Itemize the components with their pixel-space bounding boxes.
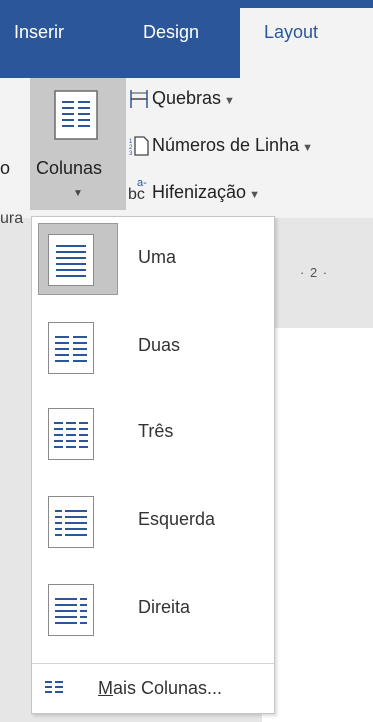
ribbon-partial-label: o xyxy=(0,158,11,178)
breaks-icon xyxy=(128,88,150,110)
columns-dropdown-menu: Uma Duas Três Esquerda Direita Mais Colu… xyxy=(31,216,275,714)
chevron-down-icon: ▼ xyxy=(302,142,313,154)
menu-item-label: Duas xyxy=(138,335,181,355)
svg-text:3: 3 xyxy=(129,151,133,157)
ribbon-tab-bar: Inserir Design Layout xyxy=(0,0,373,78)
more-columns-icon xyxy=(44,679,64,695)
tab-inserir[interactable]: Inserir xyxy=(14,22,64,43)
more-columns-label-rest: ais Colunas... xyxy=(113,678,223,698)
breaks-label: Quebras xyxy=(152,88,222,108)
columns-label: Colunas xyxy=(36,158,103,178)
group-partial-label: ura xyxy=(0,210,24,227)
columns-button[interactable]: Colunas ▼ xyxy=(30,78,126,210)
menu-item-label: Esquerda xyxy=(138,509,216,529)
line-numbers-button[interactable]: 1 2 3 Números de Linha ▼ xyxy=(128,135,313,157)
tab-layout-label: Layout xyxy=(264,22,319,42)
one-column-icon xyxy=(48,234,94,286)
columns-icon xyxy=(54,90,98,140)
line-numbers-label: Números de Linha xyxy=(152,135,300,155)
chevron-down-icon: ▼ xyxy=(249,189,260,201)
menu-item-label: Três xyxy=(138,421,174,441)
menu-item-label: Direita xyxy=(138,597,191,617)
chevron-down-icon: ▼ xyxy=(73,188,83,199)
left-column-icon xyxy=(48,496,94,548)
tab-layout[interactable]: Layout xyxy=(240,8,373,78)
tab-design[interactable]: Design xyxy=(143,22,199,43)
menu-item-three-columns[interactable]: Três xyxy=(32,391,274,473)
menu-separator xyxy=(32,663,274,664)
hyphenation-icon: a- bc xyxy=(128,177,150,204)
menu-item-two-columns[interactable]: Duas xyxy=(32,305,274,387)
document-page[interactable] xyxy=(262,328,373,722)
menu-item-left-column[interactable]: Esquerda xyxy=(32,479,274,561)
breaks-button[interactable]: Quebras ▼ xyxy=(128,88,235,110)
two-columns-icon xyxy=(48,322,94,374)
more-columns-accelerator: M xyxy=(98,678,113,698)
three-columns-icon xyxy=(48,408,94,460)
more-columns-label: Mais Colunas... xyxy=(98,678,222,699)
hyphenation-label: Hifenização xyxy=(152,182,247,202)
menu-item-right-column[interactable]: Direita xyxy=(32,567,274,649)
ruler-mark: · 2 · xyxy=(300,265,329,280)
hyphenation-button[interactable]: a- bc Hifenização ▼ xyxy=(128,177,260,204)
menu-item-label: Uma xyxy=(138,247,177,267)
chevron-down-icon: ▼ xyxy=(224,95,235,107)
more-columns-button[interactable]: Mais Colunas... xyxy=(32,665,274,711)
line-numbers-icon: 1 2 3 xyxy=(128,135,150,157)
menu-item-one-column[interactable]: Uma xyxy=(32,217,274,299)
right-column-icon xyxy=(48,584,94,636)
hyphenation-icon-text: bc xyxy=(128,186,145,204)
